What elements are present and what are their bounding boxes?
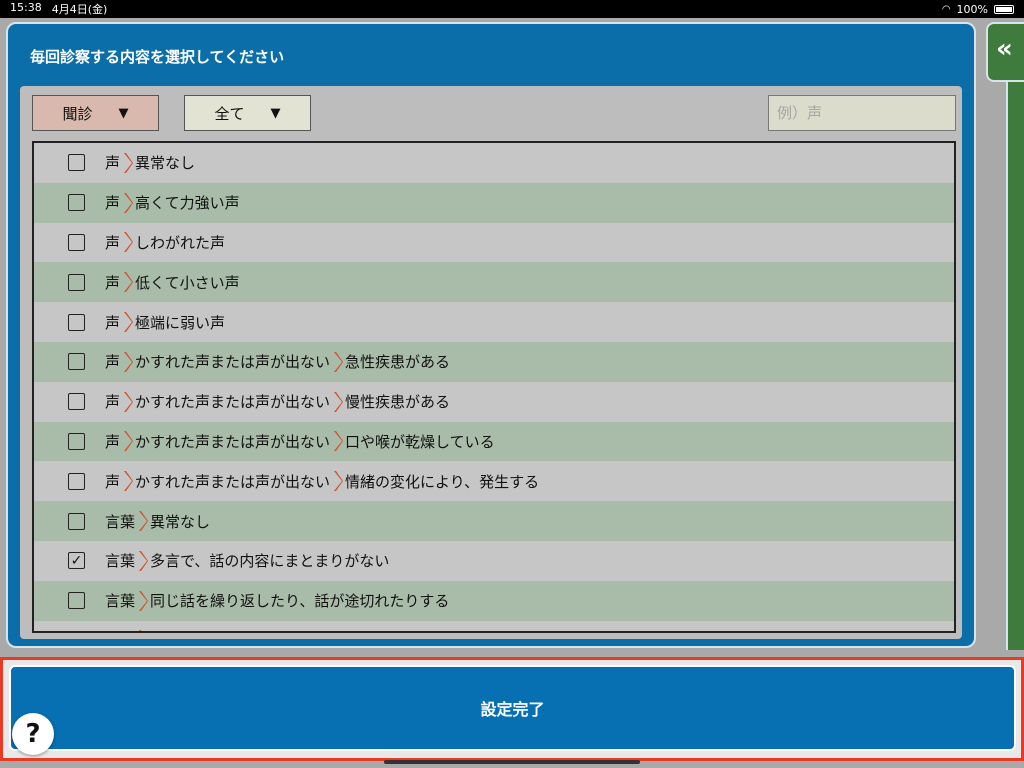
checkbox[interactable] bbox=[68, 632, 85, 633]
selection-panel: 毎回診察する内容を選択してください 聞診 ▼ 全て ▼ 声異常なし声高くて力強い… bbox=[6, 22, 976, 648]
checkbox[interactable] bbox=[68, 313, 85, 331]
item-segment: かすれた声または声が出ない bbox=[135, 472, 331, 491]
item-segment: 言葉 bbox=[105, 512, 136, 531]
item-segment: 言葉 bbox=[105, 630, 135, 631]
checked-checkbox[interactable]: ✓ bbox=[68, 552, 85, 570]
chevron-right-icon bbox=[334, 391, 344, 412]
chevron-right-icon bbox=[334, 351, 344, 372]
battery-text: 100% bbox=[956, 2, 988, 16]
list-item[interactable]: 声かすれた声または声が出ない 情緒の変化により、発生する bbox=[34, 461, 954, 502]
checkbox[interactable] bbox=[68, 432, 85, 450]
list-item[interactable]: 声かすれた声または声が出ない 口や喉が乾燥している bbox=[34, 421, 954, 462]
item-segment: 高くて力強い声 bbox=[135, 194, 240, 213]
item-segment: 異常なし bbox=[150, 512, 211, 531]
double-chevron-left-icon: « bbox=[996, 34, 1013, 64]
chevron-right-icon bbox=[124, 272, 134, 293]
item-segment: 急性疾患がある bbox=[345, 353, 451, 372]
category-dropdown[interactable]: 聞診 ▼ bbox=[32, 95, 159, 131]
item-segment: かすれた声または声が出ない bbox=[135, 393, 331, 412]
list-item[interactable]: 言葉 話が散乱して、後に間違いに気付く bbox=[34, 620, 954, 633]
item-segment: 声 bbox=[105, 472, 121, 491]
checkbox[interactable] bbox=[68, 233, 85, 251]
item-segment: かすれた声または声が出ない bbox=[135, 353, 331, 372]
search-input[interactable] bbox=[768, 95, 956, 131]
chevron-right-icon bbox=[124, 312, 134, 333]
scope-dropdown[interactable]: 全て ▼ bbox=[184, 95, 311, 131]
list-item[interactable]: 言葉 異常なし bbox=[34, 501, 954, 541]
checkbox[interactable] bbox=[68, 154, 85, 172]
item-segment: 口や喉が乾燥している bbox=[345, 432, 495, 451]
complete-button[interactable]: 設定完了 bbox=[9, 665, 1016, 751]
panel-content: 聞診 ▼ 全て ▼ 声異常なし声高くて力強い声声しわがれた声声低くて小さい声声極… bbox=[20, 86, 962, 639]
chevron-right-icon bbox=[139, 590, 149, 611]
item-list[interactable]: 声異常なし声高くて力強い声声しわがれた声声低くて小さい声声極端に弱い声声かすれた… bbox=[32, 141, 956, 633]
status-time: 15:38 bbox=[10, 1, 42, 14]
checkbox[interactable] bbox=[68, 393, 85, 411]
item-segment: 声 bbox=[105, 313, 121, 332]
list-item[interactable]: 声低くて小さい声 bbox=[34, 262, 954, 303]
help-button[interactable]: ? bbox=[12, 713, 54, 755]
checkbox[interactable] bbox=[68, 472, 85, 490]
wifi-icon: ◠ bbox=[941, 3, 951, 15]
category-dropdown-label: 聞診 bbox=[62, 104, 93, 123]
item-segment: かすれた声または声が出ない bbox=[135, 432, 331, 451]
panel-title: 毎回診察する内容を選択してください bbox=[30, 48, 285, 66]
dropdown-arrow-icon: ▼ bbox=[270, 105, 281, 121]
checkbox[interactable] bbox=[68, 592, 85, 610]
status-bar: 15:38 4月4日(金) ◠ 100% bbox=[0, 0, 1024, 18]
scope-dropdown-label: 全て bbox=[214, 104, 245, 123]
home-indicator bbox=[384, 760, 640, 764]
item-segment: 声 bbox=[105, 432, 121, 451]
dropdown-arrow-icon: ▼ bbox=[118, 105, 129, 121]
checkbox[interactable] bbox=[68, 512, 85, 530]
chevron-right-icon bbox=[124, 391, 134, 412]
chevron-right-icon bbox=[124, 471, 134, 492]
chevron-right-icon bbox=[124, 232, 134, 253]
checkbox[interactable] bbox=[68, 194, 85, 212]
item-segment: 話が散乱して、後に間違いに気付く bbox=[150, 630, 389, 631]
list-item[interactable]: 声異常なし bbox=[34, 143, 954, 183]
item-segment: 声 bbox=[105, 154, 121, 173]
chevron-right-icon bbox=[139, 630, 142, 631]
item-segment: 言葉 bbox=[105, 552, 136, 571]
item-segment: 声 bbox=[105, 233, 121, 252]
battery-icon bbox=[994, 4, 1014, 14]
chevron-right-icon bbox=[124, 351, 134, 372]
item-segment: 同じ話を繰り返したり、話が途切れたりする bbox=[150, 592, 450, 611]
item-segment: 声 bbox=[105, 393, 121, 412]
item-segment: 情緒の変化により、発生する bbox=[345, 472, 540, 491]
item-segment: 声 bbox=[105, 194, 121, 213]
list-item[interactable]: 声高くて力強い声 bbox=[34, 182, 954, 223]
list-item[interactable]: 声かすれた声または声が出ない 慢性疾患がある bbox=[34, 381, 954, 422]
chevron-right-icon bbox=[139, 550, 149, 571]
item-segment: 言葉 bbox=[105, 592, 136, 611]
item-segment: 声 bbox=[105, 273, 121, 292]
chevron-right-icon bbox=[124, 192, 134, 213]
chevron-right-icon bbox=[124, 152, 134, 173]
side-panel bbox=[1006, 82, 1024, 650]
item-segment: 極端に弱い声 bbox=[135, 313, 226, 332]
chevron-right-icon bbox=[139, 511, 149, 532]
item-segment: 慢性疾患がある bbox=[345, 393, 451, 412]
item-segment: 低くて小さい声 bbox=[135, 273, 240, 292]
list-item[interactable]: 言葉 同じ話を繰り返したり、話が途切れたりする bbox=[34, 580, 954, 621]
side-panel-toggle[interactable]: « bbox=[986, 22, 1024, 82]
chevron-right-icon bbox=[334, 431, 344, 452]
list-item[interactable]: 声しわがれた声 bbox=[34, 222, 954, 263]
list-item[interactable]: 声かすれた声または声が出ない 急性疾患がある bbox=[34, 341, 954, 382]
item-segment: 異常なし bbox=[135, 154, 196, 173]
list-item[interactable]: ✓ 言葉 多言で、話の内容にまとまりがない bbox=[34, 540, 954, 581]
checkbox[interactable] bbox=[68, 353, 85, 371]
chevron-right-icon bbox=[124, 431, 134, 452]
checkbox[interactable] bbox=[68, 273, 85, 291]
item-segment: しわがれた声 bbox=[135, 233, 226, 252]
item-segment: 声 bbox=[105, 353, 121, 372]
status-date: 4月4日(金) bbox=[51, 3, 108, 16]
list-item[interactable]: 声極端に弱い声 bbox=[34, 302, 954, 342]
chevron-right-icon bbox=[334, 471, 344, 492]
item-segment: 多言で、話の内容にまとまりがない bbox=[150, 552, 390, 571]
